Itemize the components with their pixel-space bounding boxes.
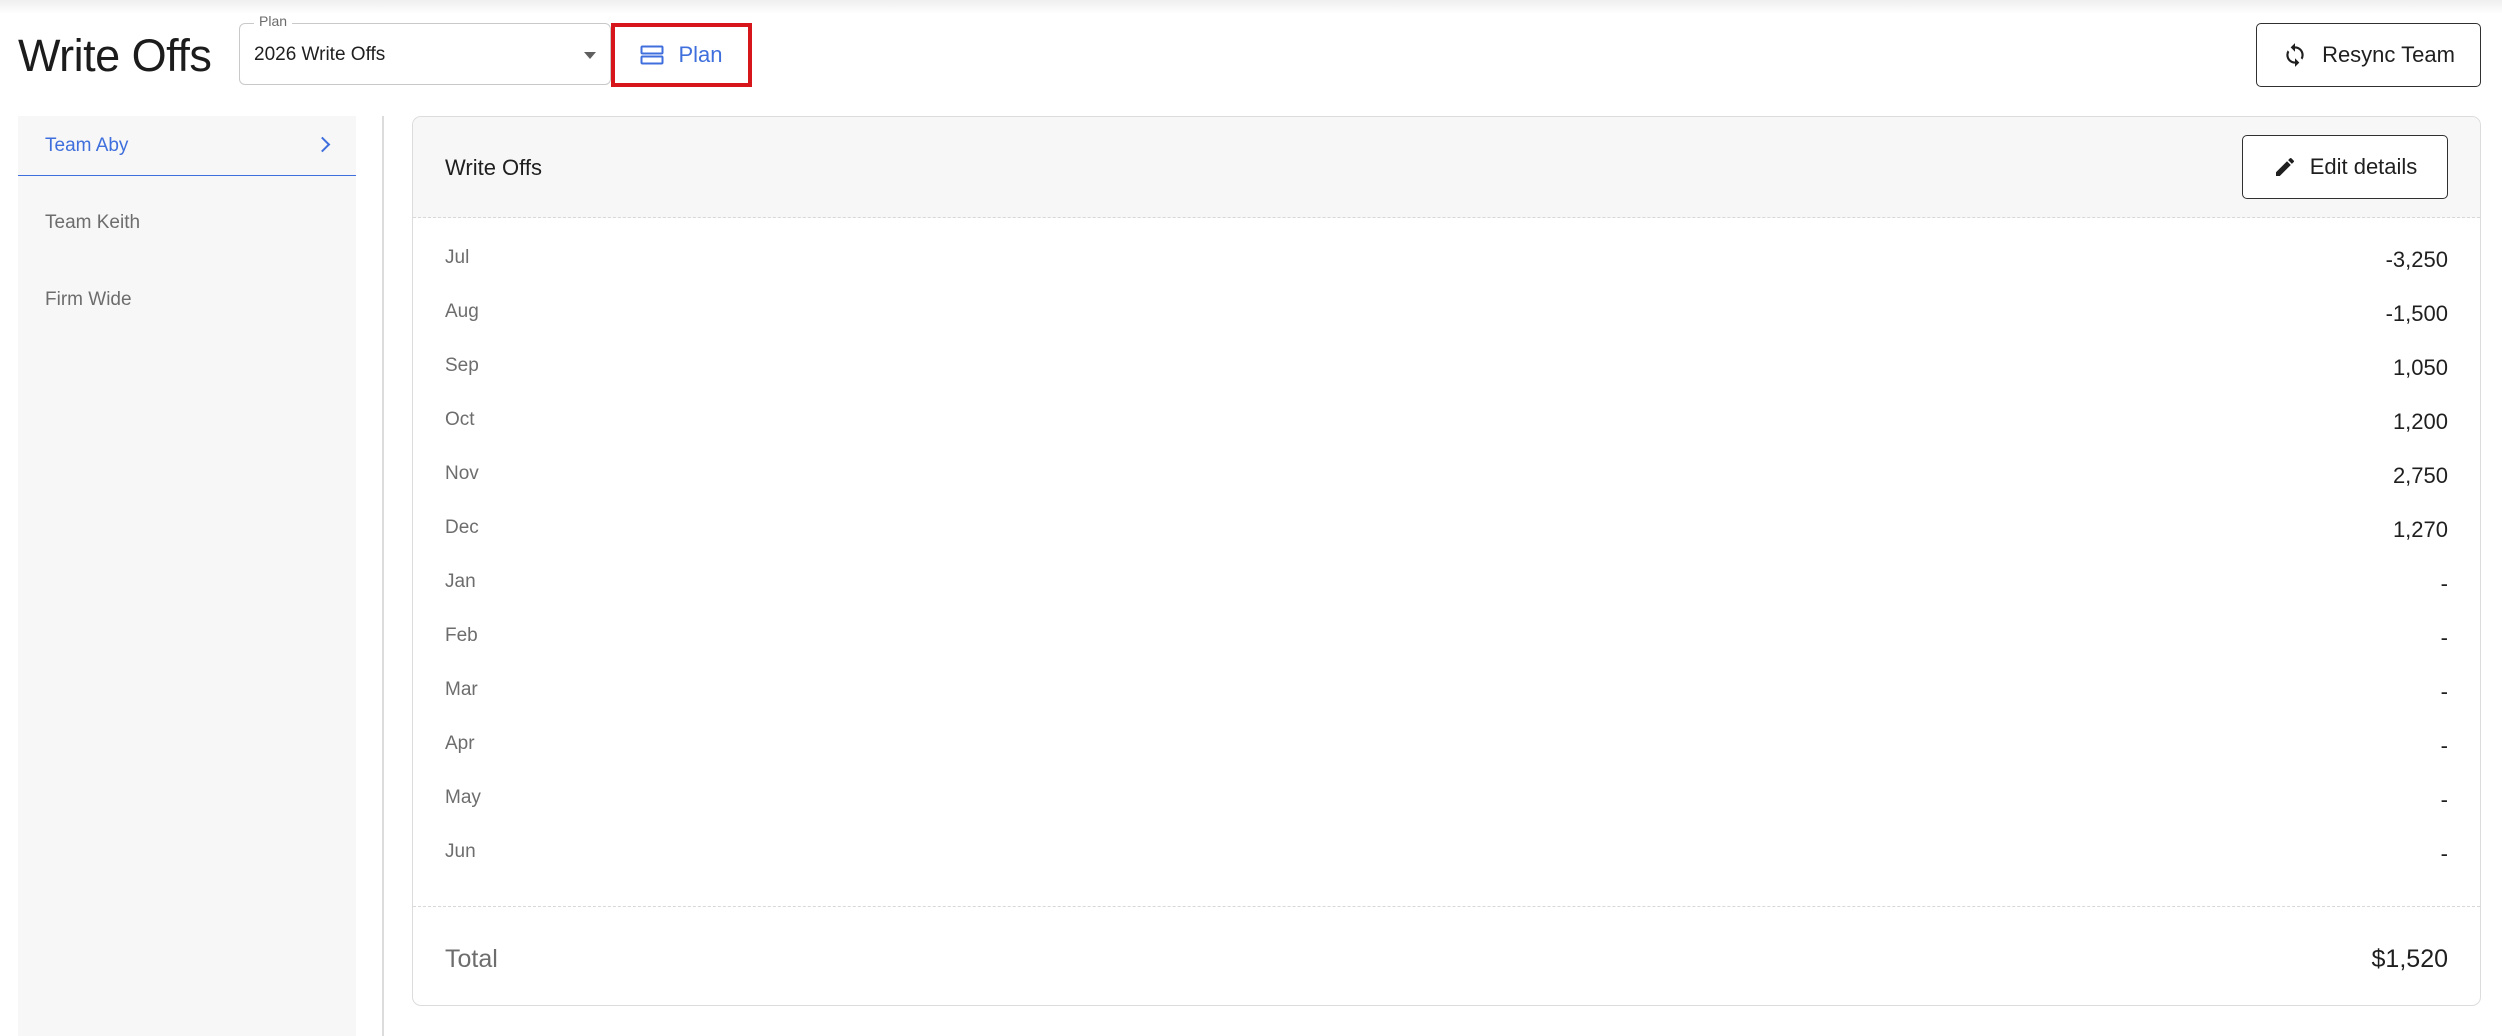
table-row: Oct 1,200: [413, 409, 2480, 463]
table-row: Mar -: [413, 679, 2480, 733]
row-month: May: [445, 787, 481, 808]
card-title: Write Offs: [445, 155, 542, 180]
row-value: -: [2440, 679, 2448, 704]
plan-button-label: Plan: [678, 42, 723, 67]
edit-details-button[interactable]: Edit details: [2242, 135, 2448, 199]
sidebar-item-firm-wide[interactable]: Firm Wide: [18, 270, 356, 330]
row-value: -: [2440, 841, 2448, 866]
row-value: 2,750: [2392, 463, 2448, 488]
row-month: Jun: [445, 841, 476, 862]
table-row: Nov 2,750: [413, 463, 2480, 517]
row-value: 1,050: [2392, 355, 2448, 380]
table-row: Jun -: [413, 841, 2480, 895]
resync-team-button[interactable]: Resync Team: [2256, 23, 2481, 87]
sidebar-item-team-aby[interactable]: Team Aby: [18, 116, 356, 176]
row-month: Nov: [445, 463, 479, 484]
view-agenda-icon: [640, 45, 664, 65]
caret-down-icon: [584, 52, 596, 59]
pencil-icon: [2273, 155, 2297, 179]
row-value: -: [2440, 571, 2448, 596]
row-month: Mar: [445, 679, 478, 700]
table-row: Jul -3,250: [413, 247, 2480, 301]
row-month: Feb: [445, 625, 478, 646]
edit-details-label: Edit details: [2309, 154, 2418, 179]
table-row: Apr -: [413, 733, 2480, 787]
row-value: -: [2440, 733, 2448, 758]
plan-select-label: Plan: [254, 13, 293, 29]
page-title: Write Offs: [18, 30, 212, 81]
row-value: 1,200: [2392, 409, 2448, 434]
row-month: Jul: [445, 247, 470, 268]
total-value: $1,520: [2371, 945, 2448, 973]
top-shadow: [0, 0, 2502, 14]
sync-icon: [2282, 42, 2308, 68]
total-divider: [413, 906, 2480, 907]
write-offs-card: Write Offs Edit details Jul -3,250 Aug -…: [412, 116, 2481, 1006]
row-month: Dec: [445, 517, 479, 538]
row-value: -3,250: [2385, 247, 2448, 272]
sidebar: Team Aby Team Keith Firm Wide: [18, 116, 356, 1036]
row-value: -: [2440, 787, 2448, 812]
plan-select-value: 2026 Write Offs: [254, 44, 386, 65]
resync-team-label: Resync Team: [2322, 42, 2455, 67]
sidebar-item-label: Team Aby: [45, 134, 129, 156]
row-month: Jan: [445, 571, 476, 592]
row-month: Apr: [445, 733, 475, 754]
plan-button[interactable]: Plan: [611, 23, 752, 87]
table-row: May -: [413, 787, 2480, 841]
row-month: Oct: [445, 409, 475, 430]
table-row: Dec 1,270: [413, 517, 2480, 571]
total-label: Total: [445, 945, 498, 973]
table-row: Jan -: [413, 571, 2480, 625]
vertical-divider: [382, 116, 384, 1036]
sidebar-item-label: Team Keith: [45, 212, 141, 233]
table-row: Sep 1,050: [413, 355, 2480, 409]
chevron-right-icon: [314, 136, 331, 153]
plan-select[interactable]: Plan 2026 Write Offs: [239, 13, 611, 85]
row-value: -: [2440, 625, 2448, 650]
row-month: Aug: [445, 301, 479, 322]
sidebar-item-team-keith[interactable]: Team Keith: [18, 193, 356, 253]
card-header: Write Offs Edit details: [413, 117, 2480, 218]
table-row: Feb -: [413, 625, 2480, 679]
row-value: -1,500: [2385, 301, 2448, 326]
row-value: 1,270: [2392, 517, 2448, 542]
row-month: Sep: [445, 355, 479, 376]
table-row: Aug -1,500: [413, 301, 2480, 355]
sidebar-item-label: Firm Wide: [45, 289, 132, 310]
